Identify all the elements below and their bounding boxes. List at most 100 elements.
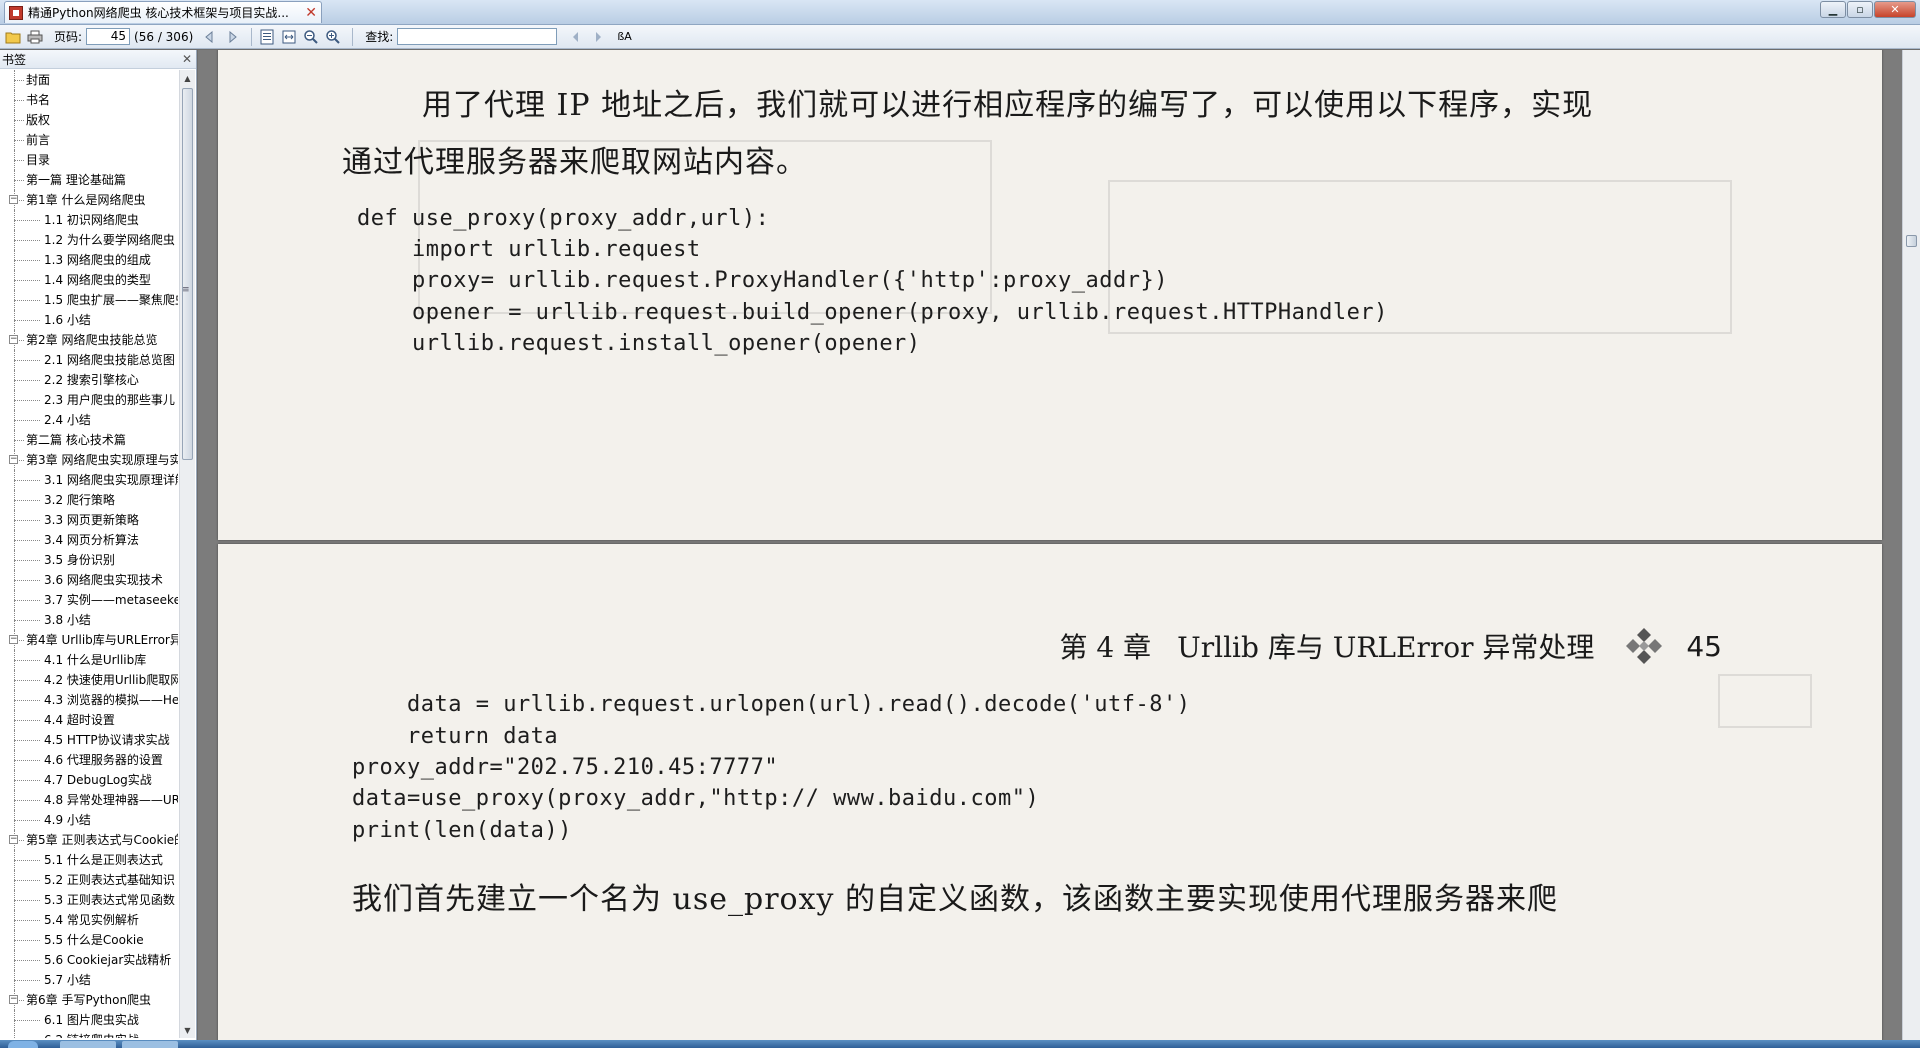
bookmark-subitem[interactable]: 3.8 小结 (0, 610, 178, 630)
bookmark-subitem[interactable]: 4.5 HTTP协议请求实战 (0, 730, 178, 750)
bookmark-subitem[interactable]: 2.4 小结 (0, 410, 178, 430)
search-next-icon[interactable] (589, 28, 607, 46)
bookmark-subitem[interactable]: 2.1 网络爬虫技能总览图 (0, 350, 178, 370)
bookmark-subitem[interactable]: 1.3 网络爬虫的组成 (0, 250, 178, 270)
bookmark-item[interactable]: −第4章 Urllib库与URLError异常处理 (0, 630, 178, 650)
collapse-icon[interactable]: − (9, 195, 18, 204)
print-icon[interactable] (26, 28, 44, 46)
bookmark-subitem[interactable]: 5.5 什么是Cookie (0, 930, 178, 950)
bookmark-subitem[interactable]: 6.2 链接爬虫实战 (0, 1030, 178, 1038)
fit-page-icon[interactable] (258, 28, 276, 46)
text-select-icon[interactable]: ßA (617, 30, 631, 43)
collapse-icon[interactable]: − (9, 335, 18, 344)
taskbar-item[interactable] (60, 1041, 116, 1048)
bookmark-subitem[interactable]: 4.4 超时设置 (0, 710, 178, 730)
bookmark-item[interactable]: 目录 (0, 150, 178, 170)
zoom-out-icon[interactable] (302, 28, 320, 46)
bookmark-subitem[interactable]: 3.7 实例——metaseeker (0, 590, 178, 610)
bookmark-subitem[interactable]: 4.9 小结 (0, 810, 178, 830)
bookmark-item[interactable]: − 第2章 网络爬虫技能总览 (0, 330, 178, 350)
bookmark-subitem[interactable]: 3.2 爬行策略 (0, 490, 178, 510)
collapse-icon[interactable]: − (9, 635, 18, 644)
bookmark-item[interactable]: 前言 (0, 130, 178, 150)
scroll-up-icon[interactable]: ▲ (180, 70, 195, 86)
document-scroll-thumb[interactable] (1906, 235, 1917, 247)
bookmark-subitem[interactable]: 5.1 什么是正则表达式 (0, 850, 178, 870)
bookmark-label: 1.1 初识网络爬虫 (44, 213, 139, 227)
bookmark-subitem[interactable]: 4.6 代理服务器的设置 (0, 750, 178, 770)
bookmark-subitem[interactable]: 4.8 异常处理神器——URLError实战 (0, 790, 178, 810)
open-folder-icon[interactable] (4, 28, 22, 46)
bookmark-label: 5.4 常见实例解析 (44, 913, 139, 927)
bookmark-item[interactable]: − 第6章 手写Python爬虫 (0, 990, 178, 1010)
bookmark-subitem[interactable]: 2.3 用户爬虫的那些事儿 (0, 390, 178, 410)
tree-line (14, 260, 40, 261)
bookmark-subitem[interactable]: 5.3 正则表达式常见函数 (0, 890, 178, 910)
zoom-in-icon[interactable] (324, 28, 342, 46)
document-viewport[interactable]: 用了代理 IP 地址之后，我们就可以进行相应程序的编写了，可以使用以下程序，实现… (198, 50, 1902, 1040)
minimize-button[interactable]: ▁ (1820, 1, 1846, 18)
maximize-button[interactable]: ▫ (1847, 1, 1873, 18)
collapse-icon[interactable]: − (9, 995, 18, 1004)
scroll-down-icon[interactable]: ▼ (180, 1022, 195, 1038)
bookmark-subitem[interactable]: 6.1 图片爬虫实战 (0, 1010, 178, 1030)
bookmark-subitem[interactable]: 2.2 搜索引擎核心 (0, 370, 178, 390)
search-prev-icon[interactable] (567, 28, 585, 46)
document-scrollbar[interactable] (1902, 50, 1920, 1040)
bookmark-item[interactable]: 版权 (0, 110, 178, 130)
page-total: (56 / 306) (134, 29, 194, 44)
bookmark-item[interactable]: −第3章 网络爬虫实现原理与实现技术 (0, 450, 178, 470)
page-number-input[interactable]: 45 (86, 28, 131, 45)
search-input[interactable] (397, 28, 558, 45)
document-tab[interactable]: 精通Python网络爬虫 核心技术框架与项目实战... ✕ (4, 1, 322, 23)
bookmark-subitem[interactable]: 3.6 网络爬虫实现技术 (0, 570, 178, 590)
bookmark-subitem[interactable]: 4.2 快速使用Urllib爬取网页 (0, 670, 178, 690)
tab-close-icon[interactable]: ✕ (305, 5, 317, 21)
bookmark-subitem[interactable]: 1.5 爬虫扩展——聚焦爬虫 (0, 290, 178, 310)
bookmark-scroll-thumb[interactable] (182, 88, 193, 460)
bookmarks-title: 书签 (2, 52, 27, 67)
bookmark-label: 3.4 网页分析算法 (44, 533, 139, 547)
bookmark-subitem[interactable]: 5.4 常见实例解析 (0, 910, 178, 930)
bookmark-item[interactable]: 书名 (0, 90, 178, 110)
bookmark-label: 4.9 小结 (44, 813, 91, 827)
bookmark-subitem[interactable]: 4.1 什么是Urllib库 (0, 650, 178, 670)
bookmark-item[interactable]: − 第1章 什么是网络爬虫 (0, 190, 178, 210)
bookmark-subitem[interactable]: 4.3 浏览器的模拟——Headers属性 (0, 690, 178, 710)
bookmark-item[interactable]: 第一篇 理论基础篇 (0, 170, 178, 190)
bookmark-label: 目录 (26, 153, 51, 167)
bookmark-subitem[interactable]: 3.1 网络爬虫实现原理详解 (0, 470, 178, 490)
bookmark-item[interactable]: 封面 (0, 70, 178, 90)
bookmark-subitem[interactable]: 1.1 初识网络爬虫 (0, 210, 178, 230)
fit-width-icon[interactable] (280, 28, 298, 46)
diamond-ornament-icon (1626, 628, 1663, 664)
bookmark-subitem[interactable]: 5.2 正则表达式基础知识 (0, 870, 178, 890)
bookmark-scrollbar[interactable]: ▲ ≡ ▼ (179, 70, 195, 1038)
start-button[interactable] (8, 1041, 38, 1048)
bookmark-label: 4.6 代理服务器的设置 (44, 753, 163, 767)
pdf-page-45: 第 4 章 Urllib 库与 URLError 异常处理 45 data = … (218, 544, 1882, 1040)
bookmark-subitem[interactable]: 1.4 网络爬虫的类型 (0, 270, 178, 290)
taskbar-item[interactable] (122, 1041, 178, 1048)
bookmark-item[interactable]: −第5章 正则表达式与Cookie的使用 (0, 830, 178, 850)
prev-page-icon[interactable] (201, 28, 219, 46)
close-window-button[interactable]: ✕ (1874, 1, 1916, 18)
bookmark-subitem[interactable]: 3.5 身份识别 (0, 550, 178, 570)
tree-line (14, 780, 40, 781)
bookmark-subitem[interactable]: 5.6 Cookiejar实战精析 (0, 950, 178, 970)
bookmarks-close-icon[interactable]: ✕ (182, 52, 192, 66)
tree-line (14, 900, 40, 901)
bookmark-subitem[interactable]: 4.7 DebugLog实战 (0, 770, 178, 790)
next-page-icon[interactable] (223, 28, 241, 46)
collapse-icon[interactable]: − (9, 455, 18, 464)
bookmark-label: 4.7 DebugLog实战 (44, 773, 152, 787)
bookmark-item[interactable]: 第二篇 核心技术篇 (0, 430, 178, 450)
code-line: data = urllib.request.urlopen(url).read(… (352, 692, 1191, 717)
bookmark-subitem[interactable]: 1.2 为什么要学网络爬虫 (0, 230, 178, 250)
code-line: proxy_addr="202.75.210.45:7777" (352, 755, 779, 780)
bookmark-subitem[interactable]: 3.3 网页更新策略 (0, 510, 178, 530)
collapse-icon[interactable]: − (9, 835, 18, 844)
bookmark-subitem[interactable]: 5.7 小结 (0, 970, 178, 990)
bookmark-subitem[interactable]: 1.6 小结 (0, 310, 178, 330)
bookmark-subitem[interactable]: 3.4 网页分析算法 (0, 530, 178, 550)
